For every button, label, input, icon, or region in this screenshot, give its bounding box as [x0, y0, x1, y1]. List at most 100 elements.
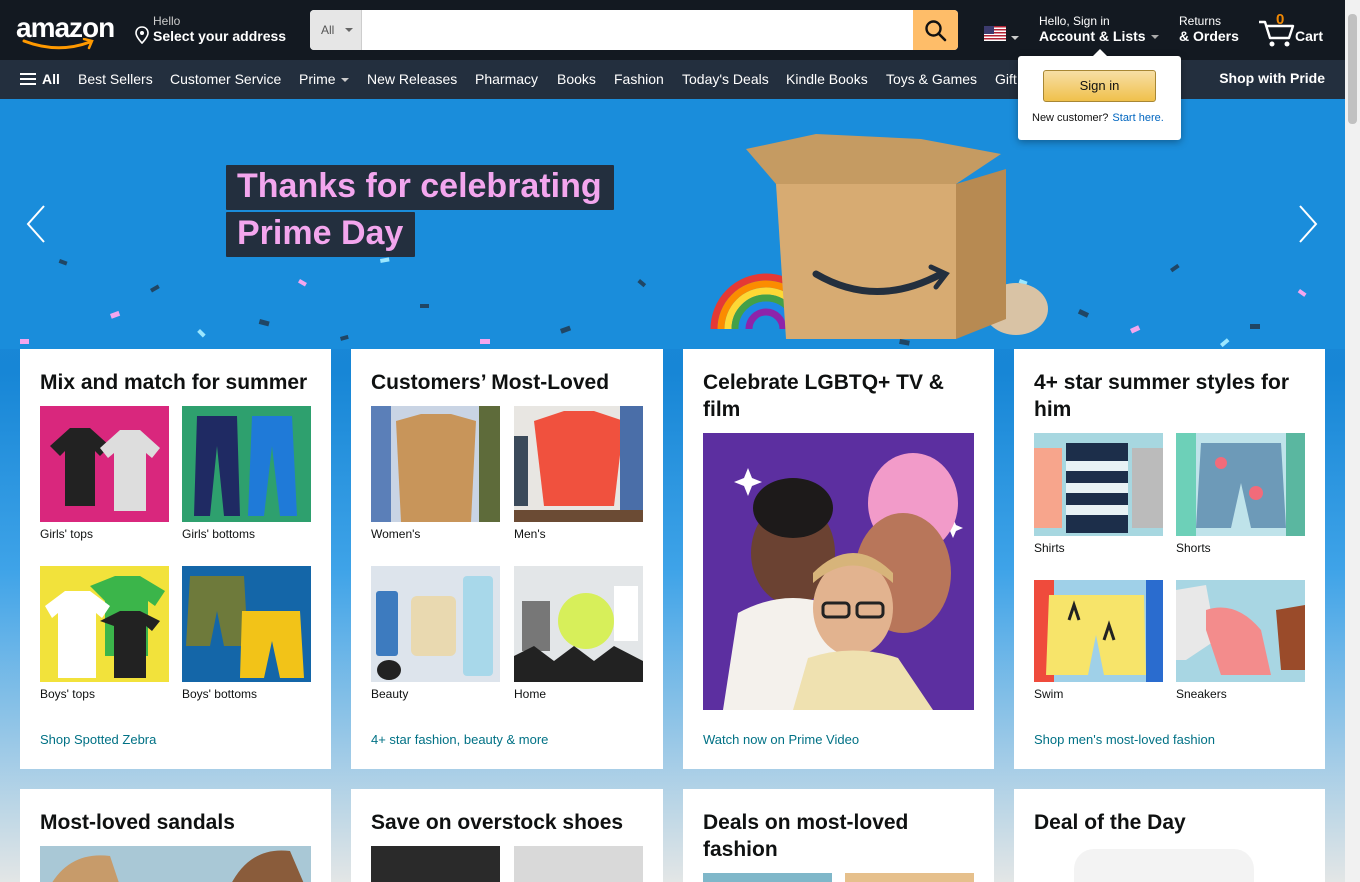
swim-image — [1034, 580, 1163, 682]
page-scrollbar[interactable] — [1345, 0, 1360, 882]
tile-caption: Women's — [371, 527, 421, 541]
cart-button[interactable]: 0 Cart — [1257, 10, 1327, 50]
hero-headline[interactable]: Thanks for celebrating Prime Day — [226, 165, 614, 259]
tile-caption: Boys' tops — [40, 687, 95, 701]
tile-caption: Girls' bottoms — [182, 527, 255, 541]
tile-caption: Shirts — [1034, 541, 1065, 555]
nav-fashion[interactable]: Fashion — [614, 71, 664, 87]
tile-caption: Boys' bottoms — [182, 687, 257, 701]
lgbtq-promo-image — [703, 433, 974, 710]
card-mix-and-match: Mix and match for summer Girls' tops Gir… — [20, 349, 331, 769]
card-customers-most-loved: Customers’ Most-Loved Women's Men's Beau… — [351, 349, 663, 769]
carousel-prev-icon[interactable] — [24, 204, 50, 244]
search-category-dropdown[interactable]: All — [310, 10, 362, 50]
nav-kindle-books[interactable]: Kindle Books — [786, 71, 868, 87]
girls-tops-image — [40, 406, 169, 522]
search-icon — [925, 20, 947, 42]
popover-arrow — [1093, 49, 1107, 56]
card-title: Customers’ Most-Loved — [371, 371, 610, 394]
tile-caption: Beauty — [371, 687, 409, 701]
card-title: Deals on most-loved fashion — [703, 811, 909, 861]
cart-label: Cart — [1295, 28, 1324, 44]
card-link[interactable]: Shop men's most-loved fashion — [1034, 732, 1215, 747]
returns-orders-link[interactable]: Returns & Orders — [1179, 14, 1245, 48]
tile-shirts[interactable]: Shirts — [1034, 433, 1163, 555]
search-input[interactable] — [362, 10, 913, 50]
nav-prime-label: Prime — [299, 71, 336, 87]
amazon-logo[interactable]: amazon — [16, 12, 116, 50]
nav-todays-deals[interactable]: Today's Deals — [682, 71, 769, 87]
mens-image — [514, 406, 643, 522]
smile-arrow-icon — [22, 38, 94, 50]
tile-caption: Sneakers — [1176, 687, 1227, 701]
search-category-label: All — [321, 23, 335, 37]
card-link[interactable]: 4+ star fashion, beauty & more — [371, 732, 548, 747]
shop-with-pride-link[interactable]: Shop with Pride — [1219, 70, 1325, 86]
card-deals-most-loved-fashion: Deals on most-loved fashion — [683, 789, 994, 882]
nav-customer-service[interactable]: Customer Service — [170, 71, 281, 87]
tile-beauty[interactable]: Beauty — [371, 566, 500, 701]
tile-swim[interactable]: Swim — [1034, 580, 1163, 701]
sandals-image[interactable] — [40, 846, 311, 882]
nav-books[interactable]: Books — [557, 71, 596, 87]
tile-mens[interactable]: Men's — [514, 406, 643, 541]
start-here-link[interactable]: Start here. — [1112, 112, 1163, 124]
search-button[interactable] — [913, 10, 958, 50]
hamburger-menu-icon — [20, 73, 36, 86]
boys-tops-image — [40, 566, 169, 682]
fashion-image-1[interactable] — [703, 873, 832, 882]
tile-lgbtq-promo[interactable] — [703, 433, 974, 710]
tile-caption: Shorts — [1176, 541, 1211, 555]
language-chevron-icon[interactable] — [1011, 36, 1019, 40]
signin-button[interactable]: Sign in — [1043, 70, 1156, 102]
card-summer-styles-him: 4+ star summer styles for him Shirts Sho… — [1014, 349, 1325, 769]
cart-count: 0 — [1276, 11, 1285, 28]
nav-toys-games[interactable]: Toys & Games — [886, 71, 977, 87]
tile-shorts[interactable]: Shorts — [1176, 433, 1305, 555]
all-label: All — [42, 71, 60, 87]
carousel-next-icon[interactable] — [1294, 204, 1320, 244]
nav-prime[interactable]: Prime — [299, 71, 349, 87]
card-title: Mix and match for summer — [40, 371, 308, 394]
tile-boys-bottoms[interactable]: Boys' bottoms — [182, 566, 311, 701]
tile-girls-bottoms[interactable]: Girls' bottoms — [182, 406, 311, 541]
card-link[interactable]: Watch now on Prime Video — [703, 732, 859, 747]
card-title: Save on overstock shoes — [371, 811, 624, 834]
tile-sneakers[interactable]: Sneakers — [1176, 580, 1305, 701]
nav-best-sellers[interactable]: Best Sellers — [78, 71, 153, 87]
all-menu-button[interactable]: All — [20, 71, 60, 87]
signin-popover: Sign in New customer? Start here. — [1018, 49, 1181, 140]
card-overstock-shoes: Save on overstock shoes — [351, 789, 663, 882]
tile-girls-tops[interactable]: Girls' tops — [40, 406, 169, 541]
new-customer-label: New customer? — [1032, 112, 1109, 124]
shoes-image-2[interactable] — [514, 846, 643, 882]
nav-pharmacy[interactable]: Pharmacy — [475, 71, 538, 87]
tile-womens[interactable]: Women's — [371, 406, 500, 541]
nav-new-releases[interactable]: New Releases — [367, 71, 457, 87]
top-nav: amazon Hello Select your address All Hel… — [0, 0, 1345, 60]
scrollbar-thumb[interactable] — [1348, 14, 1357, 124]
card-link[interactable]: Shop Spotted Zebra — [40, 732, 156, 747]
tile-home[interactable]: Home — [514, 566, 643, 701]
card-deal-of-the-day: Deal of the Day — [1014, 789, 1325, 882]
account-lists-label: Account & Lists — [1039, 28, 1146, 44]
chevron-down-icon — [345, 28, 353, 32]
card-title: Celebrate LGBTQ+ TV & film — [703, 371, 944, 421]
card-title: Deal of the Day — [1034, 811, 1186, 834]
us-flag-icon[interactable] — [984, 26, 1006, 41]
prime-box-illustration[interactable] — [706, 129, 1051, 344]
confetti-decoration — [20, 257, 1307, 348]
womens-image — [371, 406, 500, 522]
fashion-image-2[interactable] — [845, 873, 974, 882]
shoes-image-1[interactable] — [371, 846, 500, 882]
tile-caption: Home — [514, 687, 547, 701]
deal-product-image[interactable] — [1074, 849, 1254, 882]
shirts-image — [1034, 433, 1163, 536]
address-hello: Hello — [153, 14, 181, 28]
search-bar: All — [310, 10, 958, 50]
nav-gift[interactable]: Gift — [995, 71, 1017, 87]
tile-caption: Girls' tops — [40, 527, 93, 541]
tile-caption: Swim — [1034, 687, 1064, 701]
tile-boys-tops[interactable]: Boys' tops — [40, 566, 169, 701]
account-lists-menu[interactable]: Hello, Sign in Account & Lists — [1039, 14, 1161, 48]
